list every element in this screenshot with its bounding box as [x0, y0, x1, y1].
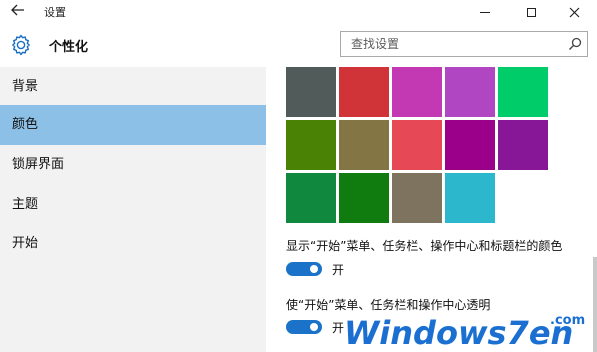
transparent-toggle[interactable] — [286, 320, 322, 334]
search-icon[interactable] — [567, 36, 583, 52]
color-swatch[interactable] — [392, 173, 442, 223]
show-color-label: 显示“开始”菜单、任务栏、操作中心和标题栏的颜色 — [286, 239, 563, 253]
toggle-knob — [310, 323, 318, 331]
search-input[interactable] — [341, 32, 561, 56]
sidebar-item-colors[interactable]: 颜色 — [0, 105, 266, 145]
page-title: 个性化 — [49, 40, 89, 55]
search-box[interactable] — [340, 31, 588, 57]
toggle-knob — [310, 265, 318, 273]
color-swatch[interactable] — [286, 173, 336, 223]
sidebar: 背景 颜色 锁屏界面 主题 开始 — [0, 67, 266, 352]
close-icon — [569, 7, 579, 18]
color-swatch[interactable] — [339, 67, 389, 117]
sidebar-item-themes[interactable]: 主题 — [0, 185, 266, 225]
color-swatch[interactable] — [392, 67, 442, 117]
sidebar-item-start[interactable]: 开始 — [0, 224, 266, 264]
show-color-toggle[interactable] — [286, 262, 322, 276]
color-swatch[interactable] — [286, 67, 336, 117]
title-bar: 设置 — [0, 0, 597, 24]
sidebar-item-background[interactable]: 背景 — [0, 67, 266, 107]
back-arrow-icon-svg — [11, 4, 24, 16]
svg-text:.com: .com — [550, 313, 585, 328]
color-swatch[interactable] — [445, 67, 495, 117]
color-swatch[interactable] — [498, 67, 548, 117]
color-swatch[interactable] — [498, 120, 548, 170]
close-button[interactable] — [551, 0, 597, 24]
color-swatch[interactable] — [339, 173, 389, 223]
gear-icon — [9, 33, 33, 57]
minimize-icon — [480, 12, 490, 13]
color-swatch[interactable] — [445, 173, 495, 223]
sidebar-item-lock-screen[interactable]: 锁屏界面 — [0, 145, 266, 185]
back-arrow-icon[interactable] — [6, 2, 30, 22]
watermark-logo: Windows7en Windows7en .com — [340, 310, 597, 352]
color-swatch[interactable] — [392, 120, 442, 170]
maximize-icon — [526, 8, 536, 17]
color-swatch[interactable] — [339, 120, 389, 170]
page-header: 个性化 — [0, 24, 597, 67]
minimize-button[interactable] — [462, 0, 508, 24]
svg-text:Windows7en: Windows7en — [344, 314, 573, 352]
color-swatch[interactable] — [286, 120, 336, 170]
color-swatch[interactable] — [445, 120, 495, 170]
window-title: 设置 — [44, 6, 66, 19]
maximize-button[interactable] — [508, 0, 554, 24]
show-color-toggle-label: 开 — [332, 263, 345, 277]
